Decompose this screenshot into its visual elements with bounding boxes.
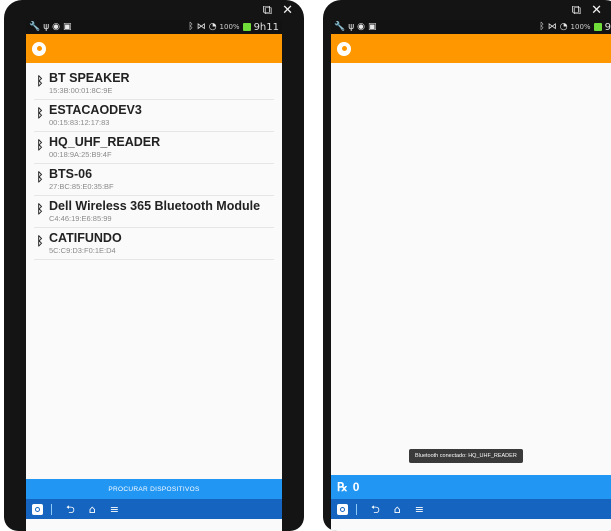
usb-icon: ψ xyxy=(43,21,50,32)
battery-percent: 100% xyxy=(219,23,240,31)
app-notification-icon: ▣ xyxy=(368,21,377,32)
wrench-icon: 🔧 xyxy=(29,21,41,32)
signal-icon: ⋈ xyxy=(547,21,557,32)
device-mac: 15:3B:00:01:8C:9E xyxy=(49,86,113,95)
app-bar xyxy=(331,34,611,63)
menu-icon[interactable]: ≡ xyxy=(415,504,424,515)
device-list: ᛒ BT SPEAKER 15:3B:00:01:8C:9E ᛒ ESTACAODEV3… xyxy=(26,63,282,260)
clock: 9h11 xyxy=(253,21,279,33)
wifi-icon: ◔ xyxy=(559,21,568,32)
device-list-item[interactable]: ᛒ BTS-06 27:BC:85:E0:35:BF xyxy=(34,165,274,196)
device-list-item[interactable]: ᛒ ESTACAODEV3 00:15:83:12:17:83 xyxy=(34,101,274,132)
battery-icon xyxy=(593,23,602,31)
right-screen: 🔧 ψ ◉ ▣ ᛒ ⋈ ◔ 100% 9h11 Bluetooth co xyxy=(331,20,611,531)
wrench-icon: 🔧 xyxy=(334,21,346,32)
device-list-item[interactable]: ᛒ HQ_UHF_READER 00:18:9A:25:B9:4F xyxy=(34,133,274,164)
signal-icon: ⋈ xyxy=(196,21,206,32)
device-text: CATIFUNDO 5C:C9:D3:F0:1E:D4 xyxy=(49,231,122,256)
device-text: BT SPEAKER 15:3B:00:01:8C:9E xyxy=(49,71,130,96)
device-text: HQ_UHF_READER 00:18:9A:25:B9:4F xyxy=(49,135,160,160)
device-text: BTS-06 27:BC:85:E0:35:BF xyxy=(49,167,114,192)
device-name: ESTACAODEV3 xyxy=(49,103,142,117)
bluetooth-icon: ᛒ xyxy=(36,106,44,120)
device-text: Dell Wireless 365 Bluetooth Module C4:46:… xyxy=(49,199,260,224)
usb-icon: ψ xyxy=(348,21,355,32)
clock: 9h11 xyxy=(604,21,611,33)
connection-toast: Bluetooth conectado: HQ_UHF_READER xyxy=(409,449,523,463)
device-name: CATIFUNDO xyxy=(49,231,122,245)
read-count: 0 xyxy=(352,480,360,494)
menu-icon[interactable]: ≡ xyxy=(110,504,119,515)
app-switch-icon[interactable] xyxy=(337,503,348,515)
bluetooth-icon: ᛒ xyxy=(36,138,44,152)
bluetooth-icon: ᛒ xyxy=(36,202,44,216)
device-mac: 00:18:9A:25:B9:4F xyxy=(49,150,112,159)
bluetooth-icon: ᛒ xyxy=(36,234,44,248)
back-icon[interactable]: ⮌ xyxy=(66,504,75,515)
left-screen: 🔧 ψ ◉ ▣ ᛒ ⋈ ◔ 100% 9h11 ᛒ BT SPEAKER 15:… xyxy=(26,20,282,531)
battery-icon xyxy=(242,23,251,31)
device-mac: 00:15:83:12:17:83 xyxy=(49,118,110,127)
navigation-bar: ⮌ ⌂ ≡ xyxy=(331,499,611,519)
sync-icon: ◉ xyxy=(52,21,61,32)
left-device: ⧉ ✕ 🔧 ψ ◉ ▣ ᛒ ⋈ ◔ 100% 9h11 ᛒ BT SPEAKER… xyxy=(4,0,304,531)
device-name: Dell Wireless 365 Bluetooth Module xyxy=(49,199,261,213)
device-mac: 27:BC:85:E0:35:BF xyxy=(49,182,114,191)
nav-divider xyxy=(356,503,357,515)
content-area xyxy=(331,63,611,475)
app-switch-icon[interactable] xyxy=(32,503,43,515)
scan-devices-button[interactable]: PROCURAR DISPOSITIVOS xyxy=(26,479,282,499)
app-bar xyxy=(26,34,282,63)
device-name: BT SPEAKER xyxy=(49,71,130,85)
device-name: HQ_UHF_READER xyxy=(49,135,161,149)
bluetooth-status-icon: ᛒ xyxy=(188,21,194,32)
status-bar: 🔧 ψ ◉ ▣ ᛒ ⋈ ◔ 100% 9h11 xyxy=(331,20,611,34)
back-icon[interactable]: ⮌ xyxy=(371,504,380,515)
window-controls[interactable]: ⧉ ✕ xyxy=(572,3,605,18)
window-controls[interactable]: ⧉ ✕ xyxy=(263,3,296,18)
sync-icon: ◉ xyxy=(357,21,366,32)
battery-percent: 100% xyxy=(570,23,591,31)
bluetooth-status-icon: ᛒ xyxy=(539,21,545,32)
right-device: ⧉ ✕ 🔧 ψ ◉ ▣ ᛒ ⋈ ◔ 100% 9h11 xyxy=(323,0,611,531)
navigation-bar: ⮌ ⌂ ≡ xyxy=(26,499,282,519)
screenshot-stage: ⧉ ✕ 🔧 ψ ◉ ▣ ᛒ ⋈ ◔ 100% 9h11 ᛒ BT SPEAKER… xyxy=(0,0,611,531)
device-text: ESTACAODEV3 00:15:83:12:17:83 xyxy=(49,103,142,128)
device-list-container: ᛒ BT SPEAKER 15:3B:00:01:8C:9E ᛒ ESTACAODEV3… xyxy=(26,63,282,479)
device-list-item[interactable]: ᛒ BT SPEAKER 15:3B:00:01:8C:9E xyxy=(34,69,274,100)
rx-icon: ℞ xyxy=(337,480,348,494)
app-icon[interactable] xyxy=(32,41,46,56)
device-list-item[interactable]: ᛒ Dell Wireless 365 Bluetooth Module C4:46… xyxy=(34,197,274,228)
app-notification-icon: ▣ xyxy=(63,21,72,32)
app-icon[interactable] xyxy=(337,41,351,56)
device-mac: 5C:C9:D3:F0:1E:D4 xyxy=(49,246,116,255)
device-list-item[interactable]: ᛒ CATIFUNDO 5C:C9:D3:F0:1E:D4 xyxy=(34,229,274,260)
home-icon[interactable]: ⌂ xyxy=(89,504,96,515)
home-icon[interactable]: ⌂ xyxy=(394,504,401,515)
device-mac: C4:46:19:E6:85:99 xyxy=(49,214,112,223)
bluetooth-icon: ᛒ xyxy=(36,74,44,88)
status-bar: 🔧 ψ ◉ ▣ ᛒ ⋈ ◔ 100% 9h11 xyxy=(26,20,282,34)
bluetooth-icon: ᛒ xyxy=(36,170,44,184)
device-name: BTS-06 xyxy=(49,167,93,181)
read-counter-bar: ℞ 0 xyxy=(331,475,611,499)
nav-divider xyxy=(51,503,52,515)
wifi-icon: ◔ xyxy=(208,21,217,32)
